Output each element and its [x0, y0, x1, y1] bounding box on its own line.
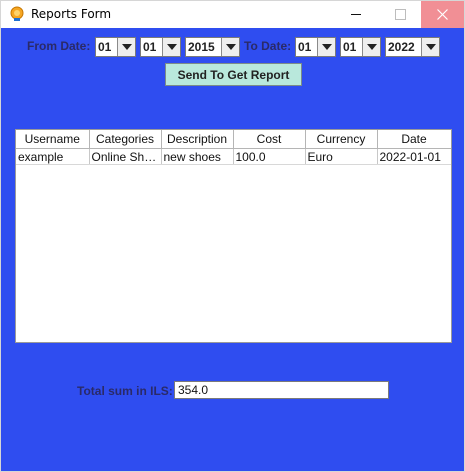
- from-month-select[interactable]: 01: [140, 37, 181, 57]
- column-header[interactable]: Date: [377, 130, 451, 149]
- table-cell[interactable]: Euro: [305, 148, 378, 165]
- reports-window: Reports Form From Date: 01 01 2015 To Da…: [0, 0, 465, 472]
- maximize-icon: [395, 9, 406, 20]
- dropdown-arrow-icon[interactable]: [421, 38, 439, 56]
- from-year-value: 2015: [188, 40, 215, 54]
- column-header[interactable]: Categories: [89, 130, 162, 149]
- column-header[interactable]: Cost: [233, 130, 306, 149]
- dropdown-arrow-icon[interactable]: [221, 38, 239, 56]
- to-month-value: 01: [343, 40, 357, 54]
- column-header[interactable]: Currency: [305, 130, 378, 149]
- to-year-select[interactable]: 2022: [385, 37, 440, 57]
- from-day-value: 01: [98, 40, 112, 54]
- column-header[interactable]: Username: [16, 130, 90, 149]
- table-cell[interactable]: 100.0: [233, 148, 306, 165]
- column-header[interactable]: Description: [161, 130, 234, 149]
- total-sum-field[interactable]: 354.0: [174, 381, 389, 399]
- from-year-select[interactable]: 2015: [185, 37, 240, 57]
- to-date-label: To Date:: [244, 39, 292, 53]
- to-year-value: 2022: [388, 40, 415, 54]
- table-cell[interactable]: Online Sho...: [89, 148, 162, 165]
- dropdown-arrow-icon[interactable]: [362, 38, 380, 56]
- title-bar[interactable]: Reports Form: [1, 1, 464, 28]
- minimize-icon: [350, 14, 361, 15]
- dropdown-arrow-icon[interactable]: [162, 38, 180, 56]
- to-day-value: 01: [298, 40, 312, 54]
- minimize-button[interactable]: [333, 1, 378, 28]
- window-title: Reports Form: [31, 7, 112, 21]
- dropdown-arrow-icon[interactable]: [117, 38, 135, 56]
- maximize-button[interactable]: [378, 1, 423, 28]
- app-icon: [10, 6, 24, 21]
- reports-table[interactable]: Username Categories Description Cost Cur…: [15, 129, 452, 343]
- to-month-select[interactable]: 01: [340, 37, 381, 57]
- from-date-label: From Date:: [27, 39, 91, 53]
- table-row[interactable]: example Online Sho... new shoes 100.0 Eu…: [16, 148, 451, 165]
- table-header-row: Username Categories Description Cost Cur…: [16, 130, 451, 149]
- from-day-select[interactable]: 01: [95, 37, 136, 57]
- dropdown-arrow-icon[interactable]: [317, 38, 335, 56]
- total-sum-label: Total sum in ILS:: [77, 384, 173, 398]
- from-month-value: 01: [143, 40, 157, 54]
- table-cell[interactable]: 2022-01-01: [377, 148, 451, 165]
- table-cell[interactable]: new shoes: [161, 148, 234, 165]
- close-icon: [437, 9, 448, 20]
- send-report-button[interactable]: Send To Get Report: [165, 63, 302, 86]
- to-day-select[interactable]: 01: [295, 37, 336, 57]
- table-cell[interactable]: example: [16, 148, 90, 165]
- close-button[interactable]: [421, 1, 464, 28]
- content-area: From Date: 01 01 2015 To Date: 01 01 202…: [1, 28, 464, 471]
